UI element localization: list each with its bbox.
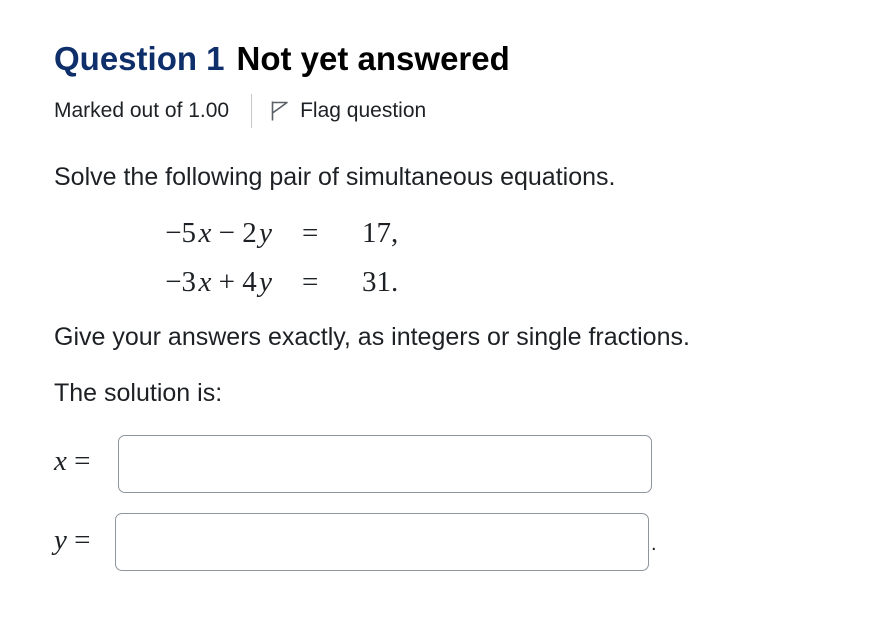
x-answer-input[interactable] <box>118 435 652 493</box>
equation-row-2: −3 x + 4 y = 31. <box>0 266 892 306</box>
answer-instruction: Give your answers exactly, as integers o… <box>54 323 690 351</box>
equation-1-coef-y: 2 <box>242 217 257 249</box>
equation-row-1: −5 x − 2 y = 17, <box>0 217 892 257</box>
flag-outline-icon <box>271 101 288 121</box>
solution-intro: The solution is: <box>54 379 223 407</box>
equation-1-operator: − <box>218 217 235 249</box>
y-variable: y <box>54 524 67 556</box>
question-state: Not yet answered <box>236 40 510 77</box>
flag-question-link[interactable]: Flag question <box>270 99 426 123</box>
equation-1-lhs: −5 x − 2 y <box>165 217 272 250</box>
y-answer-input[interactable] <box>115 513 649 571</box>
question-prompt: Solve the following pair of simultaneous… <box>54 163 616 191</box>
equation-2-operator: + <box>218 266 235 298</box>
equation-2-lhs: −3 x + 4 y <box>165 266 272 299</box>
equation-1-coef-x: −5 <box>165 217 197 249</box>
y-answer-trailing-period: . <box>651 533 657 555</box>
equation-1-var-y: y <box>259 217 272 249</box>
equation-2-rhs: 31. <box>362 266 399 298</box>
y-equals: = <box>74 524 91 556</box>
question-header: Question 1 Not yet answered <box>54 40 510 78</box>
y-answer-label: y = <box>54 524 90 557</box>
x-variable: x <box>54 445 67 477</box>
marks-label: Marked out of 1.00 <box>54 99 230 122</box>
equation-2-coef-y: 4 <box>242 266 257 298</box>
x-answer-label: x = <box>54 445 90 478</box>
meta-divider <box>251 94 253 128</box>
equation-1-equals: = <box>302 217 319 249</box>
equation-1-rhs: 17, <box>362 217 399 249</box>
equation-1-var-x: x <box>198 217 212 249</box>
question-meta: Marked out of 1.00 Flag question <box>54 94 426 128</box>
x-equals: = <box>74 445 91 477</box>
equation-2-var-x: x <box>198 266 212 298</box>
equation-2-coef-x: −3 <box>165 266 197 298</box>
question-number: Question 1 <box>54 40 225 77</box>
equation-2-var-y: y <box>259 266 272 298</box>
equation-2-equals: = <box>302 266 319 298</box>
flag-question-label: Flag question <box>300 99 427 122</box>
